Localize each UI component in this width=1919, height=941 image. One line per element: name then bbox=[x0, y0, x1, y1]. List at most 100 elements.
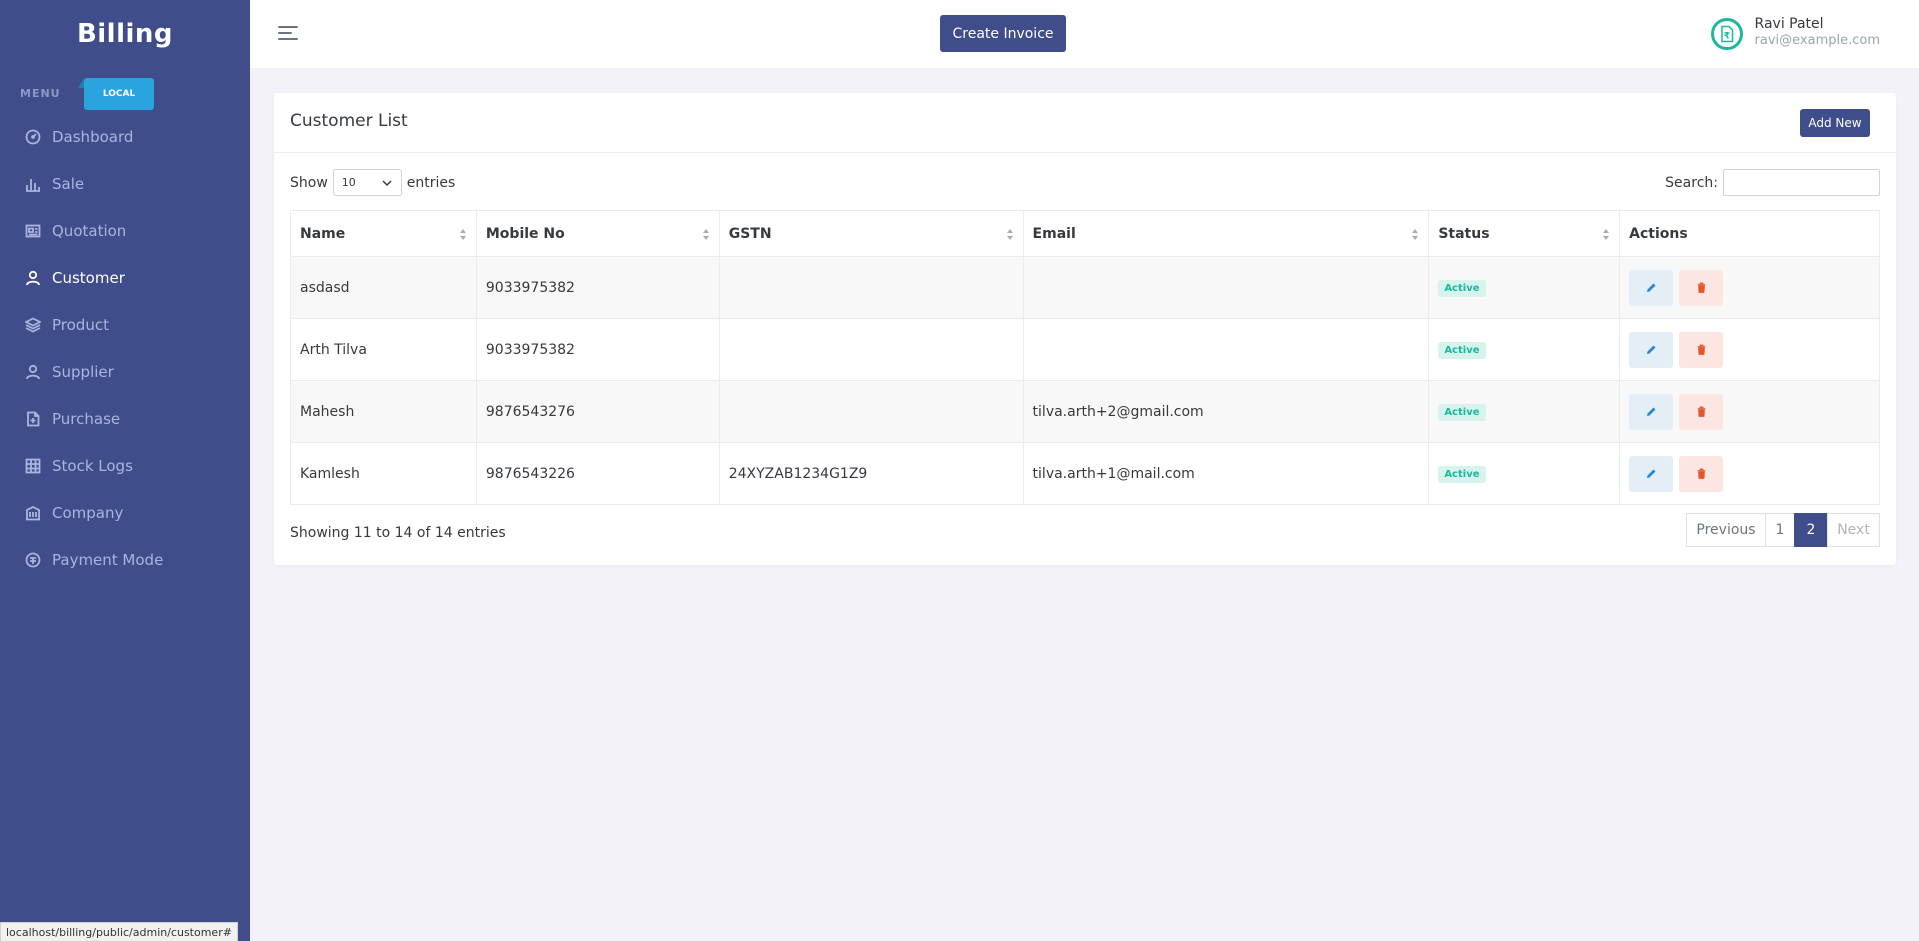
edit-button[interactable] bbox=[1629, 269, 1674, 306]
column-header-mobile[interactable]: Mobile No bbox=[475, 210, 720, 257]
pagination: Previous 1 2 Next bbox=[1686, 513, 1880, 547]
column-header-actions: Actions bbox=[1619, 210, 1880, 257]
cell-mobile: 9876543276 bbox=[475, 380, 720, 443]
sidebar-item-label: Payment Mode bbox=[52, 550, 164, 569]
browser-status-bar: localhost/billing/public/admin/customer# bbox=[0, 922, 238, 941]
sidebar-item-dashboard[interactable]: Dashboard bbox=[0, 113, 250, 160]
delete-button[interactable] bbox=[1679, 269, 1724, 306]
cell-email bbox=[1022, 256, 1430, 319]
create-invoice-button[interactable]: Create Invoice bbox=[940, 15, 1066, 52]
column-header-status[interactable]: Status bbox=[1428, 210, 1621, 257]
sort-icon bbox=[702, 229, 709, 240]
page-length-control: Show 10 entries bbox=[290, 169, 455, 196]
pencil-icon bbox=[1646, 283, 1656, 292]
table-row: Mahesh 9876543276 tilva.arth+2@gmail.com… bbox=[290, 380, 1880, 443]
cell-name: Arth Tilva bbox=[290, 318, 477, 381]
env-badge: LOCAL bbox=[78, 78, 154, 110]
sidebar-item-label: Product bbox=[52, 315, 109, 334]
next-page-button[interactable]: Next bbox=[1827, 513, 1880, 547]
sidebar-item-stock-logs[interactable]: Stock Logs bbox=[0, 442, 250, 489]
sidebar: Billing MENU LOCAL Dashboard Sale Quotat… bbox=[0, 0, 250, 941]
cell-actions bbox=[1619, 380, 1880, 443]
cell-gstn bbox=[718, 380, 1024, 443]
sidebar-item-payment-mode[interactable]: Payment Mode bbox=[0, 536, 250, 583]
cell-mobile: 9033975382 bbox=[475, 318, 720, 381]
table-icon bbox=[25, 458, 41, 474]
delete-button[interactable] bbox=[1679, 393, 1724, 430]
sidebar-item-label: Quotation bbox=[52, 221, 127, 240]
avatar[interactable]: ₹ bbox=[1710, 18, 1743, 50]
table-row: Kamlesh 9876543226 24XYZAB1234G1Z9 tilva… bbox=[290, 442, 1880, 505]
newspaper-icon bbox=[25, 223, 41, 239]
page-2-button[interactable]: 2 bbox=[1794, 513, 1828, 547]
card-header: Customer List Add New bbox=[274, 93, 1896, 153]
sidebar-item-supplier[interactable]: Supplier bbox=[0, 348, 250, 395]
sidebar-nav: Dashboard Sale Quotation Customer Produc… bbox=[0, 113, 250, 583]
sidebar-item-product[interactable]: Product bbox=[0, 301, 250, 348]
sidebar-item-customer[interactable]: Customer bbox=[0, 254, 250, 301]
user-icon bbox=[25, 270, 41, 286]
add-new-button[interactable]: Add New bbox=[1800, 109, 1870, 137]
pencil-icon bbox=[1646, 469, 1656, 478]
table-header-row: Name Mobile No GSTN Email Status Actions bbox=[290, 210, 1880, 257]
customer-list-card: Customer List Add New Show 10 entries Se… bbox=[274, 93, 1896, 565]
user-menu[interactable]: ₹ Ravi Patel ravi@example.com bbox=[1710, 16, 1880, 50]
rupee-file-icon: ₹ bbox=[1720, 25, 1733, 43]
sidebar-item-label: Dashboard bbox=[52, 127, 134, 146]
status-badge: Active bbox=[1438, 465, 1486, 483]
file-icon bbox=[25, 411, 41, 427]
cell-actions bbox=[1619, 318, 1880, 381]
user-name: Ravi Patel bbox=[1754, 16, 1824, 32]
topbar: Create Invoice ₹ Ravi Patel ravi@example… bbox=[250, 0, 1919, 68]
menu-toggle-icon[interactable] bbox=[278, 24, 300, 44]
sidebar-item-company[interactable]: Company bbox=[0, 489, 250, 536]
cell-email: tilva.arth+2@gmail.com bbox=[1022, 380, 1430, 443]
column-header-name[interactable]: Name bbox=[290, 210, 477, 257]
sidebar-item-label: Stock Logs bbox=[52, 456, 133, 475]
previous-page-button[interactable]: Previous bbox=[1686, 513, 1766, 547]
brand-logo[interactable]: Billing bbox=[0, 0, 250, 68]
status-badge: Active bbox=[1438, 403, 1486, 421]
cell-mobile: 9876543226 bbox=[475, 442, 720, 505]
sidebar-item-label: Company bbox=[52, 503, 124, 522]
pencil-icon bbox=[1646, 345, 1656, 354]
cell-name: asdasd bbox=[290, 256, 477, 319]
page-1-button[interactable]: 1 bbox=[1765, 513, 1795, 547]
show-label: Show bbox=[290, 174, 328, 191]
cell-mobile: 9033975382 bbox=[475, 256, 720, 319]
trash-icon bbox=[1697, 468, 1706, 479]
edit-button[interactable] bbox=[1629, 393, 1674, 430]
dashboard-icon bbox=[25, 129, 41, 145]
delete-button[interactable] bbox=[1679, 455, 1724, 492]
sort-icon bbox=[1603, 229, 1610, 240]
sidebar-item-label: Customer bbox=[52, 268, 125, 287]
sidebar-item-label: Supplier bbox=[52, 362, 114, 381]
sidebar-item-purchase[interactable]: Purchase bbox=[0, 395, 250, 442]
table-row: Arth Tilva 9033975382 Active bbox=[290, 318, 1880, 381]
cell-status: Active bbox=[1428, 442, 1621, 505]
payment-icon bbox=[25, 552, 41, 568]
page-length-select[interactable]: 10 bbox=[332, 169, 402, 196]
pencil-icon bbox=[1646, 407, 1656, 416]
cell-status: Active bbox=[1428, 256, 1621, 319]
sidebar-item-label: Sale bbox=[52, 174, 85, 193]
cell-actions bbox=[1619, 442, 1880, 505]
status-badge: Active bbox=[1438, 279, 1486, 297]
cell-name: Kamlesh bbox=[290, 442, 477, 505]
user-email: ravi@example.com bbox=[1754, 33, 1880, 48]
menu-title: MENU bbox=[20, 87, 61, 100]
delete-button[interactable] bbox=[1679, 331, 1724, 368]
status-badge: Active bbox=[1438, 341, 1486, 359]
bar-chart-icon bbox=[25, 176, 41, 192]
column-header-email[interactable]: Email bbox=[1022, 210, 1430, 257]
trash-icon bbox=[1697, 282, 1706, 293]
chevron-down-icon bbox=[382, 179, 392, 186]
cell-status: Active bbox=[1428, 380, 1621, 443]
edit-button[interactable] bbox=[1629, 455, 1674, 492]
cell-status: Active bbox=[1428, 318, 1621, 381]
edit-button[interactable] bbox=[1629, 331, 1674, 368]
sidebar-item-quotation[interactable]: Quotation bbox=[0, 207, 250, 254]
sidebar-item-sale[interactable]: Sale bbox=[0, 160, 250, 207]
search-input[interactable] bbox=[1723, 169, 1880, 196]
column-header-gstn[interactable]: GSTN bbox=[718, 210, 1024, 257]
